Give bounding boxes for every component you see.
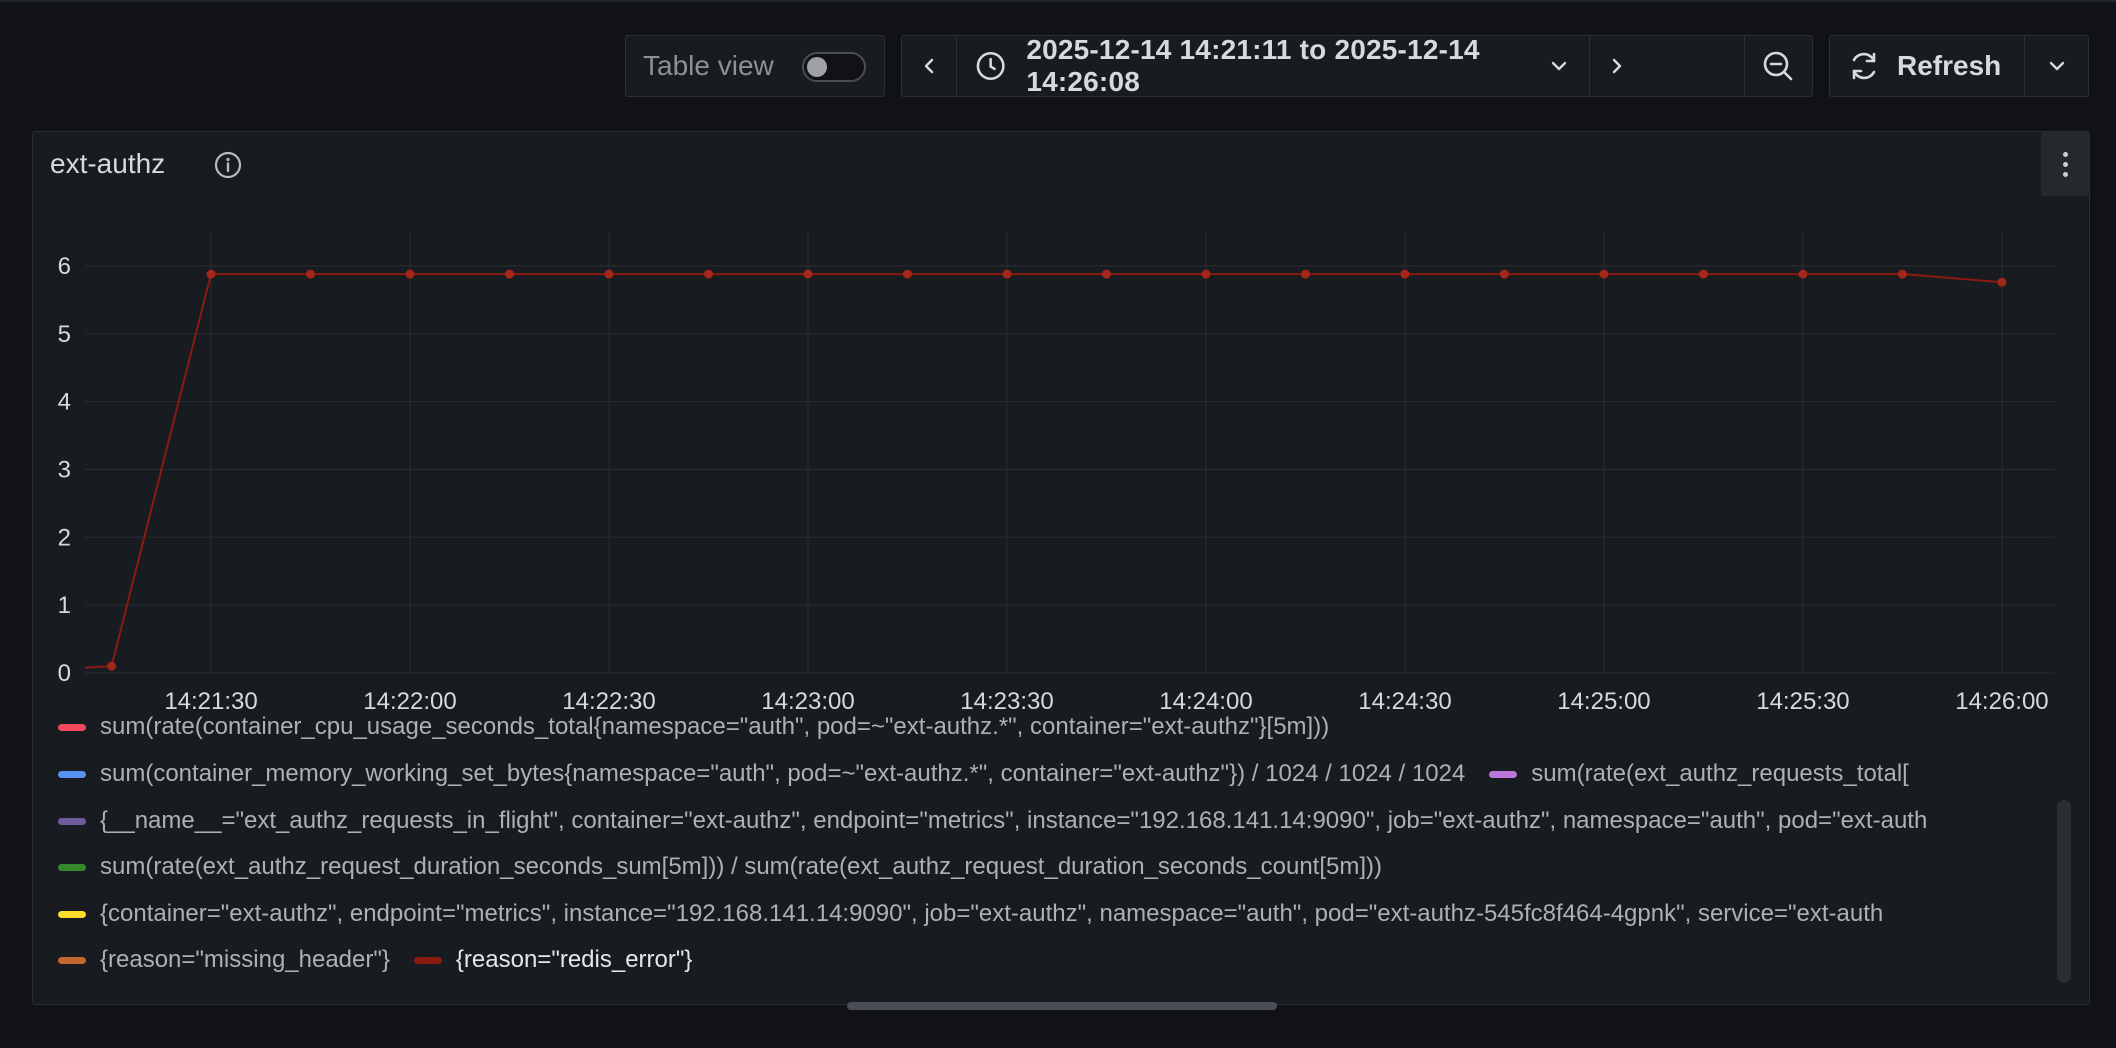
table-view-toggle-button[interactable]: Table view: [625, 35, 885, 97]
chevron-down-icon: [1551, 61, 1567, 71]
refresh-interval-dropdown[interactable]: [2025, 36, 2088, 96]
refresh-group: Refresh: [1829, 35, 2089, 97]
chevron-right-icon: [1612, 58, 1622, 74]
legend-label: sum(rate(container_cpu_usage_seconds_tot…: [100, 713, 1330, 740]
legend-horizontal-scrollbar[interactable]: [847, 1002, 1277, 1010]
legend-item[interactable]: {reason="missing_header"}: [58, 946, 390, 974]
zoom-out-button[interactable]: [1745, 36, 1811, 96]
legend-label: sum(rate(ext_authz_request_duration_seco…: [100, 853, 1383, 880]
legend-swatch: [58, 817, 86, 825]
refresh-label: Refresh: [1897, 50, 2002, 81]
switch-knob: [807, 57, 827, 77]
table-view-switch[interactable]: [802, 52, 866, 82]
time-range-picker: 2025-12-14 14:21:11 to 2025-12-14 14:26:…: [901, 34, 1813, 97]
clock-icon: [976, 52, 1005, 80]
time-range-forward-button[interactable]: [1590, 36, 1644, 96]
legend-item[interactable]: {__name__="ext_authz_requests_in_flight"…: [58, 807, 1927, 835]
chevron-left-icon: [924, 58, 934, 74]
legend-swatch: [58, 770, 86, 778]
top-border: [0, 0, 2116, 2]
table-view-label: Table view: [643, 50, 774, 81]
time-range-text: 2025-12-14 14:21:11 to 2025-12-14 14:26:…: [1026, 34, 1480, 97]
legend-label: {reason="missing_header"}: [100, 946, 390, 973]
time-range-button[interactable]: 2025-12-14 14:21:11 to 2025-12-14 14:26:…: [957, 34, 1589, 97]
chevron-down-icon: [2049, 61, 2064, 71]
legend-item[interactable]: sum(rate(ext_authz_requests_total[: [1489, 760, 1909, 788]
legend-item[interactable]: sum(container_memory_working_set_bytes{n…: [58, 760, 1465, 788]
legend-swatch: [58, 723, 86, 731]
time-range-back-button[interactable]: [902, 36, 956, 96]
legend-label: {__name__="ext_authz_requests_in_flight"…: [100, 807, 1928, 834]
legend-item[interactable]: sum(rate(ext_authz_request_duration_seco…: [58, 853, 1382, 881]
legend-vertical-scrollbar[interactable]: [2057, 800, 2071, 983]
legend-label: sum(rate(ext_authz_requests_total[: [1531, 760, 1909, 787]
legend-swatch: [413, 956, 442, 964]
legend-item[interactable]: sum(rate(container_cpu_usage_seconds_tot…: [58, 713, 1329, 741]
legend-item[interactable]: {reason="redis_error"}: [413, 946, 693, 974]
legend-item[interactable]: {container="ext-authz", endpoint="metric…: [58, 900, 1883, 928]
legend-swatch: [58, 956, 86, 964]
legend-label: {reason="redis_error"}: [455, 946, 693, 973]
graph-panel: 0123456 14:21:30 14:22:00 14:22:30 14:23:00…: [32, 131, 2090, 1010]
legend-swatch: [58, 863, 86, 871]
legend-swatch: [1489, 770, 1518, 778]
zoom-out-icon: [1763, 51, 1793, 81]
refresh-icon: [1852, 52, 1876, 80]
legend-swatch: [58, 910, 86, 918]
legend: sum(rate(container_cpu_usage_seconds_tot…: [33, 132, 2073, 1006]
legend-label: {container="ext-authz", endpoint="metric…: [100, 900, 1884, 927]
legend-label: sum(container_memory_working_set_bytes{n…: [100, 760, 1466, 787]
refresh-button[interactable]: Refresh: [1830, 36, 2024, 96]
